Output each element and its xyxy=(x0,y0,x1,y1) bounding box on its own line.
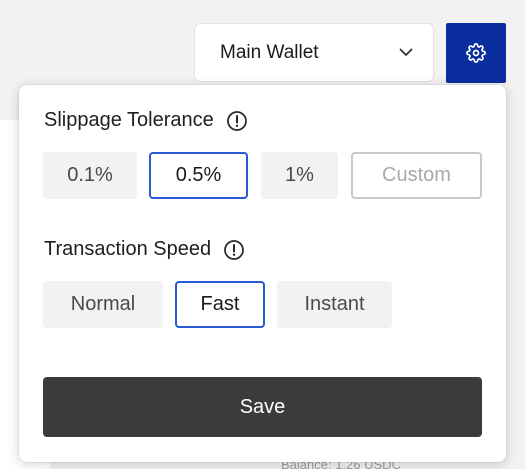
info-icon[interactable] xyxy=(226,110,248,132)
slippage-option-1[interactable]: 1% xyxy=(261,152,338,199)
speed-option-instant[interactable]: Instant xyxy=(277,281,392,328)
wallet-selector-label: Main Wallet xyxy=(220,41,319,63)
slippage-option-0.5[interactable]: 0.5% xyxy=(149,152,248,199)
wallet-selector[interactable]: Main Wallet xyxy=(194,23,434,82)
slippage-section-header: Slippage Tolerance xyxy=(44,109,248,132)
gear-icon xyxy=(466,43,486,63)
settings-popover: Slippage Tolerance 0.1% 0.5% 1% Transact… xyxy=(19,85,506,462)
speed-section-header: Transaction Speed xyxy=(44,238,245,261)
save-button[interactable]: Save xyxy=(43,377,482,437)
speed-title: Transaction Speed xyxy=(44,238,212,260)
slippage-title: Slippage Tolerance xyxy=(44,109,214,131)
slippage-option-0.1[interactable]: 0.1% xyxy=(43,152,137,199)
chevron-down-icon xyxy=(399,46,413,60)
settings-button[interactable] xyxy=(446,23,506,83)
speed-option-fast[interactable]: Fast xyxy=(175,281,265,328)
info-icon[interactable] xyxy=(223,239,245,261)
speed-option-normal[interactable]: Normal xyxy=(43,281,163,328)
slippage-custom-input[interactable] xyxy=(351,152,482,199)
